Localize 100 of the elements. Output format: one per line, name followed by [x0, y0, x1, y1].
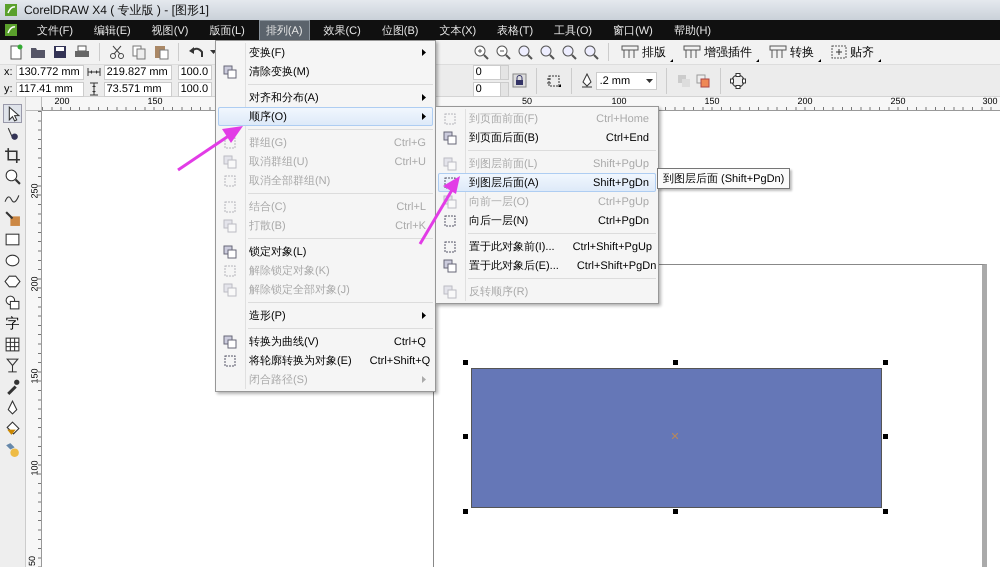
menu-item[interactable]: 到页面后面(B) Ctrl+End — [438, 128, 656, 147]
layer-squares-icon[interactable] — [694, 72, 711, 88]
ruler-label: 250 — [30, 183, 40, 199]
toolbar-button[interactable]: 转换 — [766, 42, 822, 62]
tooltip: 到图层后面 (Shift+PgDn) — [657, 168, 790, 189]
menu-bar-item[interactable]: 工具(O) — [547, 20, 600, 40]
ruler-label: 200 — [54, 97, 70, 106]
menu-item[interactable]: 置于此对象后(E)... Ctrl+Shift+PgDn — [438, 256, 656, 275]
shortcut-text: Ctrl+Shift+Q — [368, 354, 430, 366]
menu-item[interactable]: 锁定对象(L) — [218, 242, 433, 261]
table-icon[interactable] — [4, 336, 21, 353]
menu-item[interactable]: 变换(F) — [218, 43, 433, 62]
new-document-icon[interactable] — [8, 44, 24, 60]
menu-item[interactable]: 向后一层(N) Ctrl+PgDn — [438, 211, 656, 230]
menu-command-icon — [442, 238, 458, 254]
toolbar-button[interactable]: 贴齐 — [828, 42, 882, 62]
ellipse-icon[interactable] — [4, 252, 21, 269]
input-field[interactable]: 73.571 mm — [104, 82, 172, 96]
shortcut-text: Ctrl+PgDn — [596, 214, 649, 226]
ruler-label: 100 — [30, 460, 40, 476]
toolbar-button[interactable]: 增强插件 — [680, 42, 760, 62]
shortcut-text: Ctrl+K — [394, 220, 426, 232]
text-tool[interactable]: 字 — [6, 315, 20, 332]
selection-handle[interactable] — [883, 509, 888, 514]
zoom-out-icon[interactable] — [495, 44, 511, 60]
menu-bar-item[interactable]: 文本(X) — [432, 20, 484, 40]
zoom-icon[interactable] — [4, 168, 21, 185]
window-title: CorelDRAW X4 ( 专业版 ) - [图形1] — [24, 2, 209, 18]
menu-command-icon — [222, 334, 238, 350]
magnifier-icon[interactable] — [517, 44, 533, 60]
magnifier-icon[interactable] — [583, 44, 599, 60]
menu-command-icon — [442, 156, 458, 172]
input-field[interactable]: 100.0 — [178, 64, 212, 80]
ruler-label: 50 — [27, 556, 37, 566]
shortcut-text: Ctrl+U — [394, 156, 426, 168]
menu-command-icon — [222, 172, 238, 188]
rectangle-icon[interactable] — [4, 231, 21, 248]
wrap-icon[interactable] — [546, 72, 562, 88]
input-field[interactable]: 0 — [472, 64, 501, 80]
zoom-in-icon[interactable] — [473, 44, 489, 60]
menu-item[interactable]: 对齐和分布(A) — [218, 88, 433, 107]
y-label: y: — [4, 83, 13, 95]
menu-command-icon — [222, 282, 238, 298]
ruler-label: 50 — [522, 97, 532, 106]
paste-icon[interactable] — [153, 44, 169, 60]
selection-handle[interactable] — [883, 360, 888, 365]
menu-bar-item[interactable]: 表格(T) — [490, 20, 540, 40]
magnifier-icon[interactable] — [539, 44, 555, 60]
basic-shapes-icon[interactable] — [4, 294, 21, 311]
menu-item[interactable]: 顺序(O) — [218, 107, 433, 126]
goblet-icon[interactable] — [4, 357, 21, 374]
copy-icon[interactable] — [131, 44, 147, 60]
menu-item[interactable]: 造形(P) — [218, 306, 433, 325]
input-field[interactable]: 0 — [472, 82, 501, 96]
selection-handle[interactable] — [463, 509, 468, 514]
input-field[interactable]: 100.0 — [178, 82, 212, 96]
smart-fill-icon[interactable] — [4, 210, 21, 227]
input-field[interactable]: 219.827 mm — [104, 64, 172, 80]
selection-handle[interactable] — [463, 434, 468, 439]
menu-item[interactable]: 置于此对象前(I)... Ctrl+Shift+PgUp — [438, 237, 656, 256]
toolbar-button[interactable]: 排版 — [618, 42, 674, 62]
menu-item[interactable]: 清除变换(M) — [218, 62, 433, 81]
lock-icon[interactable] — [512, 73, 527, 88]
crop-icon[interactable] — [4, 147, 21, 164]
menu-bar-item[interactable]: 版面(L) — [202, 20, 252, 40]
print-icon[interactable] — [74, 44, 90, 60]
undo-icon[interactable] — [188, 44, 204, 60]
selection-handle[interactable] — [673, 509, 678, 514]
input-field[interactable]: 130.772 mm — [16, 64, 84, 80]
menu-item[interactable]: 将轮廓转换为对象(E) Ctrl+Shift+Q — [218, 351, 433, 370]
cut-icon[interactable] — [109, 44, 125, 60]
ruler-label: 100 — [611, 97, 627, 106]
selection-handle[interactable] — [463, 360, 468, 365]
menu-bar-item[interactable]: 帮助(H) — [666, 20, 718, 40]
circle-nodes-icon[interactable] — [730, 72, 746, 88]
menu-command-icon — [222, 352, 238, 368]
menu-bar-item[interactable]: 编辑(E) — [87, 20, 138, 40]
menu-item[interactable]: 转换为曲线(V) Ctrl+Q — [218, 332, 433, 351]
polygon-icon[interactable] — [4, 273, 21, 290]
ruler-label: 200 — [797, 97, 813, 106]
selection-handle[interactable] — [673, 360, 678, 365]
selection-handle[interactable] — [883, 434, 888, 439]
menu-item[interactable]: 到图层后面(A) Shift+PgDn — [438, 173, 656, 192]
menu-bar-item[interactable]: 窗口(W) — [606, 20, 660, 40]
input-field[interactable]: 117.41 mm — [16, 82, 84, 96]
save-icon[interactable] — [52, 44, 68, 60]
menu-bar-item[interactable]: 效果(C) — [316, 20, 368, 40]
menu-command-icon — [222, 262, 238, 278]
shortcut-text: Shift+PgUp — [592, 158, 649, 170]
menu-bar-item[interactable]: 文件(F) — [30, 20, 80, 40]
shortcut-text: Ctrl+Q — [392, 336, 426, 348]
pointer-icon[interactable] — [4, 105, 21, 122]
menu-bar-item[interactable]: 位图(B) — [374, 20, 426, 40]
shortcut-text: Ctrl+L — [395, 200, 426, 212]
menu-bar-item[interactable]: 排列(A) — [258, 20, 310, 40]
layout-icon — [769, 44, 787, 60]
shortcut-text: Ctrl+Home — [595, 112, 649, 124]
magnifier-icon[interactable] — [561, 44, 577, 60]
paint-bucket-icon[interactable] — [4, 420, 21, 437]
menu-bar-item[interactable]: 视图(V) — [144, 20, 196, 40]
